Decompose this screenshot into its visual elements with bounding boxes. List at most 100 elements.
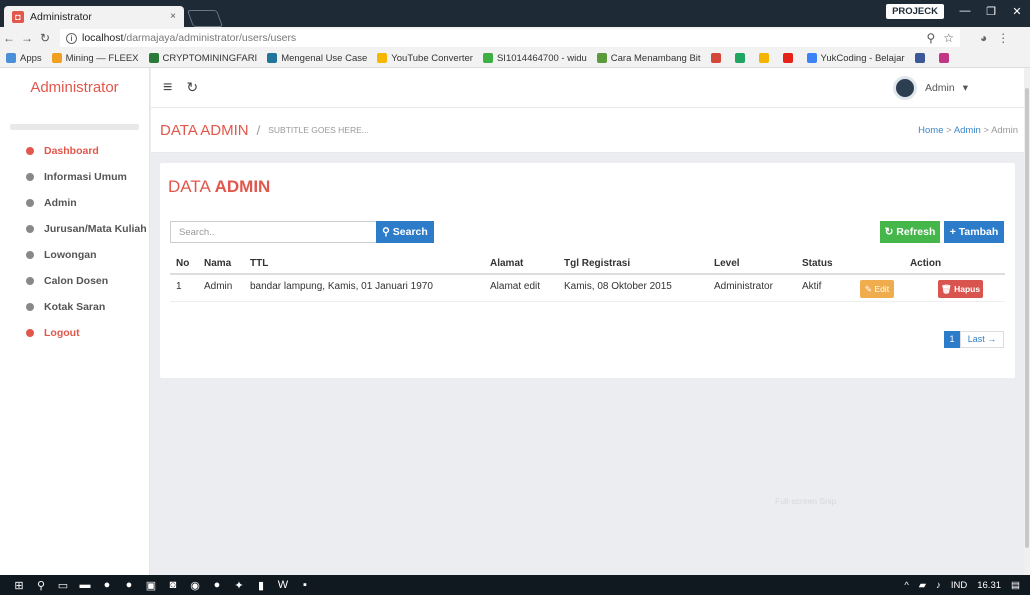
- forward-icon[interactable]: →: [18, 31, 36, 45]
- clock[interactable]: 16.31: [977, 580, 1001, 591]
- zoom-icon[interactable]: ⚲: [926, 31, 935, 45]
- file-explorer-icon[interactable]: ▬: [74, 579, 96, 591]
- sidebar-item-calon-dosen[interactable]: Calon Dosen: [0, 268, 149, 294]
- network-icon[interactable]: ▰: [919, 580, 926, 591]
- volume-icon[interactable]: ♪: [936, 580, 941, 591]
- breadcrumb-admin[interactable]: Admin: [954, 125, 981, 136]
- top-navbar: ≡ ↻ Admin ▾: [151, 68, 1030, 108]
- info-icon[interactable]: i: [66, 32, 77, 44]
- bookmark-item[interactable]: YukCoding - Belajar: [806, 53, 905, 64]
- bookmark-favicon-icon: [51, 53, 62, 63]
- tab-title: Administrator: [30, 10, 92, 23]
- url-path: /darmajaya/administrator/users/users: [123, 32, 297, 44]
- spotify-icon[interactable]: ◉: [184, 579, 206, 592]
- edit-button[interactable]: ✎ Edit: [860, 280, 894, 298]
- sidebar-item-jurusan-mata-kuliah[interactable]: Jurusan/Mata Kuliah: [0, 216, 149, 242]
- column-header: Action: [846, 254, 1005, 275]
- tab-favicon-icon: ◘: [12, 10, 24, 23]
- profile-badge[interactable]: PROJECK: [886, 3, 944, 19]
- last-page-button[interactable]: Last →: [960, 331, 1004, 348]
- word-icon[interactable]: W: [272, 579, 294, 591]
- sidebar-item-label: Jurusan/Mata Kuliah: [44, 223, 147, 235]
- url-field[interactable]: i localhost/darmajaya/administrator/user…: [60, 29, 960, 47]
- cell-status: Aktif: [796, 274, 846, 302]
- sidebar-item-informasi-umum[interactable]: Informasi Umum: [0, 164, 149, 190]
- notification-icon[interactable]: ▤: [1011, 580, 1020, 591]
- user-menu[interactable]: Admin ▾: [892, 75, 968, 100]
- app-icon[interactable]: ▮: [250, 579, 272, 592]
- bookmark-item[interactable]: SI1014464700 - widu: [482, 53, 587, 64]
- bookmark-favicon-icon: [914, 53, 925, 63]
- hamburger-icon[interactable]: ≡: [163, 79, 172, 97]
- chrome-icon[interactable]: ●: [96, 579, 118, 591]
- bookmark-item[interactable]: [758, 53, 773, 63]
- sidebar-item-kotak-saran[interactable]: Kotak Saran: [0, 294, 149, 320]
- delete-button[interactable]: 🗑 Hapus: [938, 280, 983, 298]
- app-icon[interactable]: ▣: [140, 579, 162, 592]
- bookmark-favicon-icon: [938, 53, 949, 63]
- bookmark-item[interactable]: [938, 53, 953, 63]
- back-icon[interactable]: ←: [0, 31, 18, 45]
- bookmark-item[interactable]: Mengenal Use Case: [267, 53, 367, 64]
- app-icon[interactable]: ✦: [228, 579, 250, 592]
- bookmark-star-icon[interactable]: ☆: [943, 31, 954, 45]
- bookmark-item[interactable]: Mining — FLEEX: [51, 53, 139, 64]
- sidebar-item-label: Kotak Saran: [44, 301, 106, 313]
- restore-icon[interactable]: ❐: [978, 5, 1004, 18]
- taskbar: ⊞ ⚲ ▭ ▬ ● ● ▣ ◙ ◉ ● ✦ ▮ W ▪ ^ ▰ ♪ IND 16…: [0, 575, 1030, 595]
- tab-close-icon[interactable]: ×: [170, 11, 176, 22]
- search-icon[interactable]: ⚲: [30, 579, 52, 592]
- refresh-icon[interactable]: ↻: [186, 79, 198, 96]
- bookmark-favicon-icon: [267, 53, 278, 63]
- sidebar-menu: Dashboard Informasi Umum Admin Jurusan/Mata…: [0, 138, 149, 346]
- breadcrumb-home[interactable]: Home: [918, 125, 943, 136]
- bookmark-item[interactable]: [734, 53, 749, 63]
- search-input[interactable]: [170, 221, 376, 243]
- sidebar-item-logout[interactable]: Logout: [0, 320, 149, 346]
- sidebar-item-admin[interactable]: Admin: [0, 190, 149, 216]
- bookmark-item[interactable]: [710, 53, 725, 63]
- app-icon[interactable]: ●: [118, 579, 140, 591]
- task-view-icon[interactable]: ▭: [52, 579, 74, 592]
- tray-chevron-icon[interactable]: ^: [904, 580, 908, 591]
- search-button[interactable]: ⚲ Search: [376, 221, 434, 243]
- app-icon[interactable]: ▪: [294, 579, 316, 591]
- windows-start-icon[interactable]: ⊞: [8, 579, 30, 592]
- minimize-icon[interactable]: —: [952, 5, 978, 17]
- bookmark-item[interactable]: YouTube Converter: [377, 53, 473, 64]
- sidebar-item-lowongan[interactable]: Lowongan: [0, 242, 149, 268]
- bookmark-favicon-icon: [758, 53, 769, 63]
- sidebar-item-dashboard[interactable]: Dashboard: [0, 138, 149, 164]
- language-indicator[interactable]: IND: [951, 580, 967, 591]
- column-header: Status: [796, 254, 846, 275]
- address-bar-row: ← → ↻ i localhost/darmajaya/administrato…: [0, 27, 1030, 49]
- bookmark-item[interactable]: CRYPTOMININGFARI: [148, 53, 257, 64]
- sidebar-item-label: Admin: [44, 197, 77, 209]
- admin-table: No Nama TTL Alamat Tgl Registrasi Level Status…: [170, 254, 1005, 302]
- app-icon[interactable]: ●: [206, 579, 228, 591]
- bookmark-item[interactable]: [782, 53, 797, 63]
- page-scrollbar[interactable]: [1024, 68, 1030, 575]
- bookmark-item[interactable]: Cara Menambang Bit: [596, 53, 701, 64]
- url-host: localhost: [82, 32, 124, 44]
- bookmark-favicon-icon: [782, 53, 793, 63]
- bookmark-item[interactable]: [914, 53, 929, 63]
- add-button[interactable]: + Tambah: [944, 221, 1004, 243]
- data-admin-card: DATA ADMIN ⚲ Search ↻ Refresh + Tambah N…: [160, 163, 1015, 378]
- scrollbar-thumb[interactable]: [1025, 88, 1029, 548]
- extension-icon[interactable]: ◕: [980, 31, 987, 45]
- window-controls: PROJECK — ❐ ✕: [886, 0, 1030, 22]
- sidebar-search[interactable]: [10, 124, 139, 130]
- refresh-button[interactable]: ↻ Refresh: [880, 221, 940, 243]
- cell-action: ✎ Edit 🗑 Hapus: [846, 274, 1005, 302]
- close-window-icon[interactable]: ✕: [1004, 5, 1030, 18]
- sidebar-brand[interactable]: Administrator: [0, 68, 149, 108]
- page-1-button[interactable]: 1: [944, 331, 960, 348]
- browser-tab[interactable]: ◘ Administrator ×: [4, 6, 184, 27]
- new-tab-button[interactable]: [186, 10, 224, 27]
- menu-icon[interactable]: ⋮: [997, 31, 1009, 45]
- bookmark-item[interactable]: Apps: [6, 53, 42, 64]
- bullet-icon: [26, 147, 34, 155]
- reload-icon[interactable]: ↻: [36, 31, 54, 45]
- app-icon[interactable]: ◙: [162, 579, 184, 591]
